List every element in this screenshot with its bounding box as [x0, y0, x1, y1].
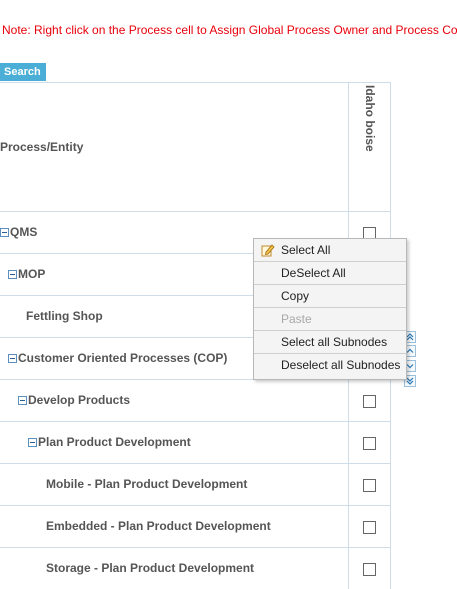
process-entity-header: Process/Entity: [0, 140, 84, 154]
deselect-all-subnodes-menu-item[interactable]: Deselect all Subnodes: [254, 354, 406, 376]
select-all-subnodes-menu-item[interactable]: Select all Subnodes: [254, 331, 406, 354]
menu-item-label[interactable]: Select all Subnodes: [281, 331, 387, 353]
row-label-embedded[interactable]: Embedded - Plan Product Development: [46, 519, 271, 533]
table-row[interactable]: Storage - Plan Product Development: [0, 548, 391, 589]
copy-menu-item[interactable]: Copy: [254, 285, 406, 308]
grid-header: Process/Entity Idaho boise: [0, 83, 391, 212]
row-text[interactable]: Mobile - Plan Product Development: [46, 477, 247, 491]
row-label-storage[interactable]: Storage - Plan Product Development: [46, 561, 254, 575]
row-label-qms[interactable]: QMS: [0, 225, 37, 239]
row-text[interactable]: Embedded - Plan Product Development: [46, 519, 271, 533]
row-label-plan-product-development[interactable]: Plan Product Development: [28, 435, 191, 449]
column-header-idaho-boise[interactable]: Idaho boise: [363, 85, 377, 152]
select-all-menu-item[interactable]: Select All: [254, 239, 406, 262]
collapse-icon[interactable]: [8, 270, 17, 279]
row-text[interactable]: Develop Products: [28, 393, 130, 407]
row-label-cop[interactable]: Customer Oriented Processes (COP): [8, 351, 227, 365]
row-checkbox[interactable]: [363, 437, 376, 450]
collapse-icon[interactable]: [8, 354, 17, 363]
row-label-fettling-shop[interactable]: Fettling Shop: [26, 309, 103, 323]
row-text[interactable]: Customer Oriented Processes (COP): [18, 351, 227, 365]
menu-item-label[interactable]: Select All: [281, 239, 330, 261]
row-text[interactable]: Storage - Plan Product Development: [46, 561, 254, 575]
row-checkbox[interactable]: [363, 521, 376, 534]
table-row[interactable]: Develop Products: [0, 380, 391, 422]
row-label-develop-products[interactable]: Develop Products: [18, 393, 130, 407]
table-row[interactable]: Mobile - Plan Product Development: [0, 464, 391, 506]
table-row[interactable]: Embedded - Plan Product Development: [0, 506, 391, 548]
row-label-mobile[interactable]: Mobile - Plan Product Development: [46, 477, 247, 491]
context-menu: Select All DeSelect All Copy Paste Selec…: [253, 238, 407, 380]
table-row[interactable]: Plan Product Development: [0, 422, 391, 464]
row-checkbox[interactable]: [363, 563, 376, 576]
row-checkbox[interactable]: [363, 395, 376, 408]
instruction-note: Note: Right click on the Process cell to…: [2, 23, 457, 37]
paste-menu-item: Paste: [254, 308, 406, 331]
row-text[interactable]: Plan Product Development: [38, 435, 191, 449]
edit-icon: [261, 244, 275, 257]
deselect-all-menu-item[interactable]: DeSelect All: [254, 262, 406, 285]
row-label-mop[interactable]: MOP: [8, 267, 45, 281]
row-text[interactable]: Fettling Shop: [26, 309, 103, 323]
menu-item-label[interactable]: Copy: [281, 285, 309, 307]
row-checkbox[interactable]: [363, 479, 376, 492]
row-text[interactable]: QMS: [10, 225, 37, 239]
menu-item-label[interactable]: DeSelect All: [281, 262, 346, 284]
collapse-icon[interactable]: [0, 228, 9, 237]
menu-item-label[interactable]: Deselect all Subnodes: [281, 354, 400, 376]
search-button[interactable]: Search: [0, 63, 46, 81]
menu-item-label: Paste: [281, 312, 312, 326]
collapse-icon[interactable]: [28, 438, 37, 447]
row-text[interactable]: MOP: [18, 267, 45, 281]
collapse-icon[interactable]: [18, 396, 27, 405]
